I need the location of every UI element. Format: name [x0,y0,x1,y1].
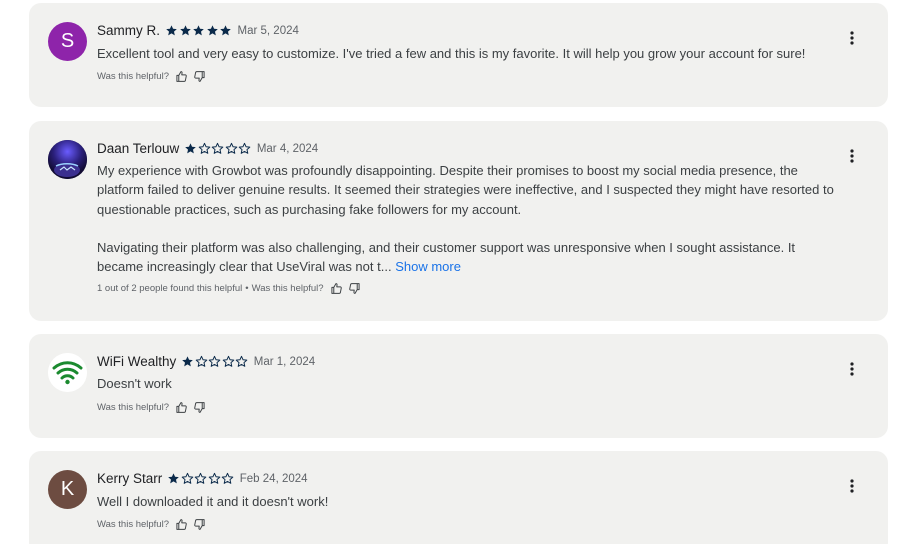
review-card: S Sammy R. Mar 5, 2024 Excellent tool an… [29,3,888,107]
helpful-prompt: Was this helpful? [97,71,169,82]
review-text: Excellent tool and very easy to customiz… [97,46,806,61]
helpful-row: Was this helpful? [97,70,206,83]
thumb-down-icon[interactable] [193,518,206,531]
star-rating [167,472,235,485]
review-date: Mar 1, 2024 [253,355,316,368]
thumb-up-icon[interactable] [175,401,188,414]
star-empty-icon [212,142,224,154]
star-filled-icon [193,25,204,36]
star-empty-icon [221,472,234,484]
review-date: Feb 24, 2024 [239,472,308,485]
thumb-up-icon[interactable] [330,282,343,295]
star-empty-icon [198,142,211,154]
thumb-up-icon[interactable] [175,70,188,83]
thumb-down-icon[interactable] [193,70,206,83]
helpful-count: 1 out of 2 people found this helpful [97,283,243,294]
review-text: Well I downloaded it and it doesn't work… [97,494,329,509]
star-rating [165,24,233,37]
star-empty-icon [195,355,208,367]
star-empty-icon [208,472,221,484]
more-options-button[interactable] [843,477,861,495]
review-header: WiFi Wealthy Mar 1, 2024 [97,354,315,369]
review-header: Sammy R. Mar 5, 2024 [97,23,299,38]
review-text: Doesn't work [97,376,172,391]
star-rating [184,142,252,155]
profile-photo-icon [48,140,87,179]
review-date: Mar 4, 2024 [256,142,319,155]
star-empty-icon [181,472,194,484]
avatar-letter: K [60,478,75,500]
review-header: Daan Terlouw Mar 4, 2024 [97,141,318,156]
helpful-row: Was this helpful? [97,401,206,414]
star-filled-icon [179,25,191,36]
thumb-down-icon[interactable] [348,282,361,295]
review-paragraph: My experience with Growbot was profoundl… [97,163,834,217]
review-card: K Kerry Starr Feb 24, 2024 Well I downlo… [29,451,888,544]
review-header: Kerry Starr Feb 24, 2024 [97,471,308,486]
more-vert-icon [850,479,854,493]
avatar: K [48,470,87,509]
more-vert-icon [850,362,854,376]
star-empty-icon [194,472,207,484]
more-vert-icon [850,149,854,163]
wifi-logo-icon [48,353,87,392]
show-more-link[interactable]: Show more [395,259,461,274]
more-options-button[interactable] [843,360,861,378]
more-vert-icon [850,31,854,45]
review-date: Mar 5, 2024 [237,24,299,37]
star-filled-icon [206,25,218,36]
star-filled-icon [182,356,194,367]
reviewer-name: WiFi Wealthy [97,354,177,369]
helpful-prompt: Was this helpful? [97,402,169,413]
review-card: Daan Terlouw Mar 4, 2024 My experience w… [29,121,888,321]
review-text: My experience with Growbot was profoundl… [97,161,837,277]
reviewer-name: Kerry Starr [97,471,163,486]
avatar: S [48,22,87,61]
star-filled-icon [185,143,197,154]
separator-dot: • [245,283,249,294]
helpful-prompt: Was this helpful? [251,283,324,294]
helpful-row: Was this helpful? [97,518,206,531]
star-filled-icon [166,25,177,36]
star-filled-icon [220,25,231,36]
star-rating [181,355,249,368]
avatar-letter: S [60,30,75,52]
avatar [48,353,87,392]
star-empty-icon [235,355,248,367]
star-empty-icon [222,355,235,367]
thumb-down-icon[interactable] [193,401,206,414]
reviewer-name: Sammy R. [97,23,161,38]
helpful-row: 1 out of 2 people found this helpful • W… [97,282,361,295]
star-empty-icon [225,142,238,154]
more-options-button[interactable] [843,147,861,165]
more-options-button[interactable] [843,29,861,47]
reviewer-name: Daan Terlouw [97,141,180,156]
star-empty-icon [208,355,221,367]
helpful-prompt: Was this helpful? [97,519,169,530]
star-filled-icon [168,473,180,484]
avatar [48,140,87,179]
review-paragraph: Navigating their platform was also chall… [97,238,837,277]
review-card: WiFi Wealthy Mar 1, 2024 Doesn't work Wa… [29,334,888,438]
star-empty-icon [239,142,251,154]
thumb-up-icon[interactable] [175,518,188,531]
